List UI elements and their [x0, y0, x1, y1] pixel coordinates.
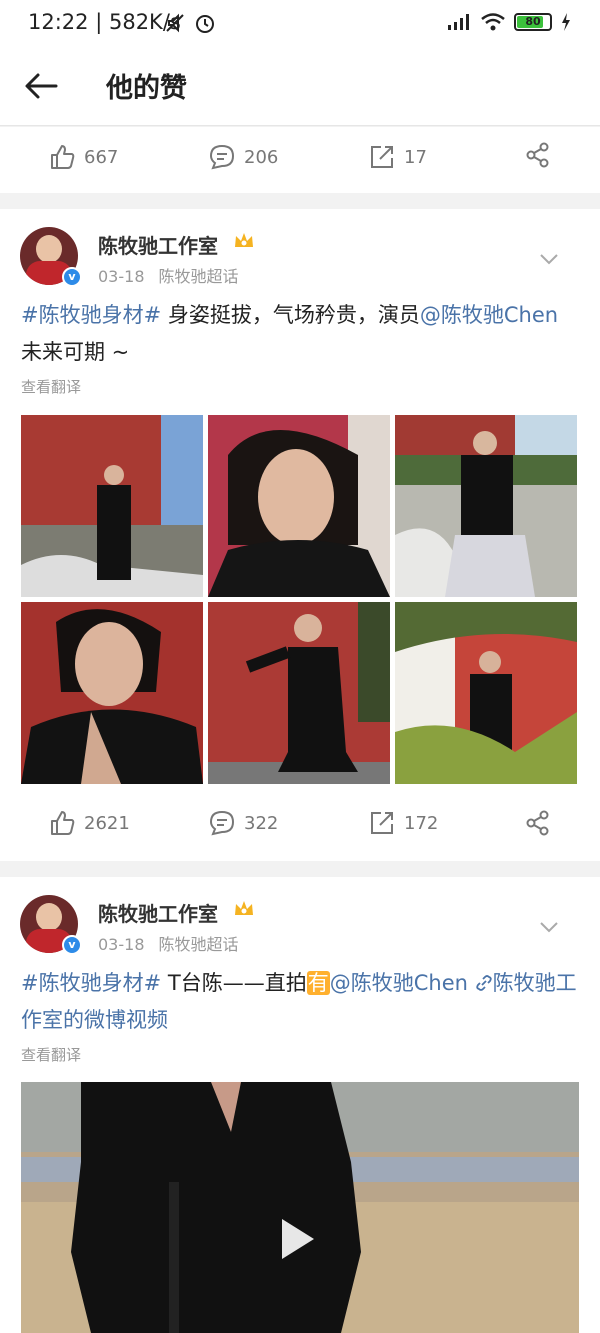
alarm-icon — [196, 15, 214, 33]
signal-icon — [448, 14, 469, 30]
page-header: 他的赞 — [0, 48, 600, 126]
link-icon — [475, 975, 492, 991]
page-title: 他的赞 — [106, 73, 187, 104]
comment-icon — [209, 810, 235, 836]
post-photo[interactable] — [208, 415, 390, 597]
crown-icon — [235, 233, 253, 247]
verified-badge-icon: v — [62, 935, 82, 955]
repost-count: 17 — [404, 146, 427, 168]
translate-link[interactable]: 查看翻译 — [21, 1044, 81, 1065]
mention-link[interactable]: @陈牧驰Chen — [330, 971, 468, 995]
chevron-down-icon[interactable] — [538, 920, 560, 934]
status-bar: 12:22 | 582K/s 80 — [0, 0, 600, 48]
comment-button[interactable]: 322 — [208, 809, 278, 837]
comment-button[interactable]: 206 — [208, 143, 278, 171]
verified-badge-icon: v — [62, 267, 82, 287]
comment-icon — [209, 144, 235, 170]
thumbs-up-icon — [51, 145, 75, 169]
comment-count: 206 — [244, 146, 279, 168]
repost-icon — [371, 812, 393, 834]
like-button[interactable]: 667 — [48, 143, 118, 171]
battery-icon: 80 — [514, 13, 552, 31]
like-button[interactable]: 2621 — [48, 809, 130, 837]
repost-count: 172 — [404, 812, 439, 834]
thumbs-up-icon — [51, 811, 75, 835]
translate-link[interactable]: 查看翻译 — [21, 376, 81, 397]
hashtag-link[interactable]: #陈牧驰身材# — [21, 971, 161, 995]
post-text: #陈牧驰身材# 身姿挺拔，气场矜贵，演员@陈牧驰Chen 未来可期 ~ — [21, 303, 559, 364]
mention-link[interactable]: @陈牧驰Chen — [420, 303, 558, 327]
hashtag-link[interactable]: #陈牧驰身材# — [21, 303, 161, 327]
repost-button[interactable]: 17 — [368, 143, 427, 171]
post-meta: 03-18 陈牧驰超话 — [98, 267, 239, 286]
status-right: 80 — [446, 12, 572, 32]
mute-icon — [166, 13, 184, 33]
share-icon[interactable] — [524, 809, 552, 837]
like-count: 667 — [84, 146, 119, 168]
post-photo[interactable] — [208, 602, 390, 784]
back-arrow-icon[interactable] — [22, 66, 62, 106]
post-photo[interactable] — [395, 602, 577, 784]
video-thumbnail[interactable] — [21, 1082, 579, 1333]
wifi-icon — [481, 13, 505, 31]
status-icons — [164, 12, 216, 34]
comment-count: 322 — [244, 812, 279, 834]
chevron-down-icon[interactable] — [538, 252, 560, 266]
post-photo[interactable] — [21, 602, 203, 784]
prev-post-card: 667 206 17 — [0, 127, 600, 193]
post-author[interactable]: 陈牧驰工作室 — [98, 230, 218, 259]
post-photo[interactable] — [21, 415, 203, 597]
status-time: 12:22 | 582K/s — [28, 10, 181, 34]
you-badge: 有 — [306, 971, 330, 995]
repost-icon — [371, 146, 393, 168]
post-photo[interactable] — [395, 415, 577, 597]
charging-icon — [562, 13, 570, 31]
post-text: #陈牧驰身材# T台陈——直拍有@陈牧驰Chen 陈牧驰工作室的微博视频 — [21, 971, 577, 1032]
post-meta: 03-18 陈牧驰超话 — [98, 935, 239, 954]
crown-icon — [235, 901, 253, 915]
share-icon[interactable] — [524, 141, 552, 169]
play-icon[interactable] — [278, 1215, 318, 1263]
post-author[interactable]: 陈牧驰工作室 — [98, 898, 218, 927]
repost-button[interactable]: 172 — [368, 809, 438, 837]
like-count: 2621 — [84, 812, 130, 834]
